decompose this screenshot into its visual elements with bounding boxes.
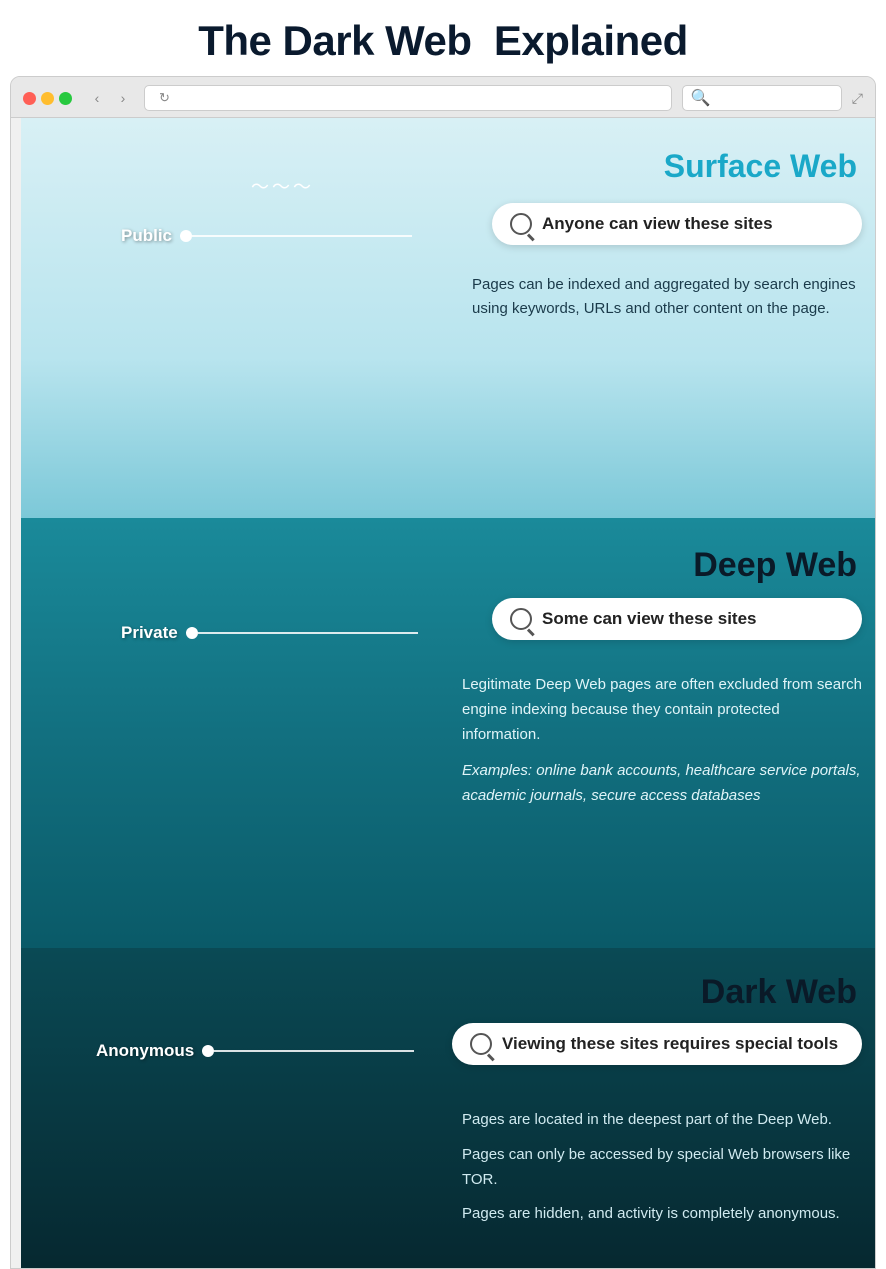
public-label-text: Public	[121, 226, 172, 246]
anonymous-dot	[202, 1045, 214, 1057]
surface-web-label: Surface Web	[664, 148, 857, 185]
dark-search-box: Viewing these sites requires special too…	[452, 1023, 862, 1065]
deep-search-icon	[510, 608, 532, 630]
deep-search-box: Some can view these sites	[492, 598, 862, 640]
dark-description: Pages are located in the deepest part of…	[462, 1098, 862, 1227]
birds-decoration: 〜〜〜	[251, 173, 314, 199]
address-bar[interactable]: ↻	[144, 85, 672, 111]
dark-search-text: Viewing these sites requires special too…	[502, 1034, 838, 1054]
private-connector-line	[198, 632, 418, 634]
surface-search-text: Anyone can view these sites	[542, 214, 773, 234]
search-icon: 🔍	[691, 88, 711, 108]
page-title: The Dark Web Explained	[0, 0, 886, 76]
public-dot	[180, 230, 192, 242]
nav-buttons: ‹ ›	[86, 87, 134, 109]
back-button[interactable]: ‹	[86, 87, 108, 109]
private-label-text: Private	[121, 623, 178, 643]
surface-search-box: Anyone can view these sites	[492, 203, 862, 245]
surface-search-icon	[510, 213, 532, 235]
anonymous-label-text: Anonymous	[96, 1041, 194, 1061]
dark-search-icon	[470, 1033, 492, 1055]
reload-icon[interactable]: ↻	[159, 90, 170, 106]
forward-button[interactable]: ›	[112, 87, 134, 109]
dark-web-label: Dark Web	[701, 973, 857, 1012]
browser-toolbar: ‹ › ↻ 🔍 ⤢	[11, 77, 875, 118]
public-connector-line	[192, 235, 412, 237]
deep-web-label: Deep Web	[693, 546, 857, 585]
surface-description: Pages can be indexed and aggregated by s…	[472, 273, 862, 321]
anonymous-connector-line	[214, 1050, 414, 1052]
surface-section: 〜〜〜 Surface Web Public Anyone can view t…	[21, 118, 876, 518]
deep-search-text: Some can view these sites	[542, 609, 757, 629]
expand-icon[interactable]: ⤢	[852, 90, 863, 107]
browser-search[interactable]: 🔍	[682, 85, 842, 111]
public-area-label: Public	[121, 226, 412, 246]
anonymous-area-label: Anonymous	[96, 1041, 414, 1061]
minimize-dot[interactable]	[41, 92, 54, 105]
dark-section: Dark Web Anonymous Viewing these sites r…	[21, 948, 876, 1268]
infographic-container: 〜〜〜 Surface Web Public Anyone can view t…	[21, 118, 876, 1268]
window-controls	[23, 92, 72, 105]
deep-section: Deep Web Private Some can view these sit…	[21, 518, 876, 948]
maximize-dot[interactable]	[59, 92, 72, 105]
deep-description: Legitimate Deep Web pages are often excl…	[462, 673, 862, 809]
private-area-label: Private	[121, 623, 418, 643]
close-dot[interactable]	[23, 92, 36, 105]
private-dot	[186, 627, 198, 639]
browser-window: ‹ › ↻ 🔍 ⤢	[10, 76, 876, 1269]
